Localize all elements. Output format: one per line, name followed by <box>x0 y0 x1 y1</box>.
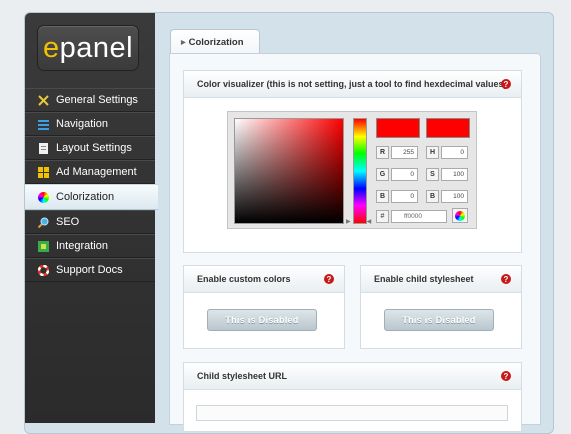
hue-field[interactable]: H 0 <box>426 145 468 159</box>
help-icon[interactable]: ? <box>501 274 511 284</box>
sidebar-item-integration[interactable]: Integration <box>25 234 155 258</box>
panel-title: Enable child stylesheet <box>374 274 474 284</box>
hue-value[interactable]: 0 <box>441 145 468 159</box>
custom-colors-panel: Enable custom colors ? This is Disabled <box>183 265 345 349</box>
hue-slider[interactable] <box>353 118 367 224</box>
logo-text: epanel <box>42 31 134 64</box>
sidebar: epanel General Settings Navigation Layou… <box>25 13 158 423</box>
sidebar-item-colorization[interactable]: Colorization <box>25 184 158 210</box>
child-stylesheet-toggle-button[interactable]: This is Disabled <box>384 309 494 331</box>
epanel-logo: epanel <box>37 25 139 71</box>
new-color-swatch <box>376 118 420 138</box>
sidebar-item-label: Layout Settings <box>56 142 132 154</box>
panel-title: Color visualizer (this is not setting, j… <box>197 79 507 89</box>
sidebar-nav: General Settings Navigation Layout Setti… <box>25 88 158 282</box>
color-visualizer-panel: Color visualizer (this is not setting, j… <box>183 70 522 253</box>
blue-value[interactable]: 0 <box>391 189 418 203</box>
hex-field[interactable]: # ff0000 <box>376 209 447 223</box>
sidebar-item-label: SEO <box>56 216 80 228</box>
panel-header: Child stylesheet URL ? <box>184 363 521 390</box>
sidebar-item-label: General Settings <box>56 94 138 106</box>
document-icon <box>38 142 49 154</box>
green-value[interactable]: 0 <box>391 167 418 181</box>
color-wheel-icon <box>38 191 49 203</box>
saturation-field[interactable]: S 100 <box>426 167 468 181</box>
sidebar-item-seo[interactable]: SEO <box>25 210 155 234</box>
green-field[interactable]: G 0 <box>376 167 418 181</box>
saturation-value[interactable]: 100 <box>441 167 468 181</box>
sidebar-item-label: Support Docs <box>56 264 123 276</box>
custom-colors-toggle-button[interactable]: This is Disabled <box>207 309 317 331</box>
lifebuoy-icon <box>37 264 50 276</box>
blue-field[interactable]: B 0 <box>376 189 418 203</box>
brightness-value[interactable]: 100 <box>441 189 468 203</box>
sidebar-item-label: Colorization <box>56 191 115 203</box>
sidebar-item-label: Navigation <box>56 118 108 130</box>
list-icon <box>38 119 49 130</box>
brightness-field[interactable]: B 100 <box>426 189 468 203</box>
color-wheel-icon[interactable] <box>452 208 468 223</box>
tab-label: Colorization <box>188 36 244 48</box>
panel-header: Enable child stylesheet ? <box>361 266 521 293</box>
child-url-panel: Child stylesheet URL ? <box>183 362 522 432</box>
main-area: ▶ Colorization Color visualizer (this is… <box>155 13 551 432</box>
wrench-icon <box>38 94 49 106</box>
panel-header: Color visualizer (this is not setting, j… <box>184 71 521 98</box>
saturation-value-area[interactable] <box>234 118 344 224</box>
triangle-right-icon: ▶ <box>181 39 186 46</box>
help-icon[interactable]: ? <box>501 79 511 89</box>
sidebar-item-label: Integration <box>56 240 108 252</box>
tab-content: Color visualizer (this is not setting, j… <box>169 53 541 432</box>
puzzle-icon <box>38 240 49 252</box>
panel-header: Enable custom colors ? <box>184 266 344 293</box>
hex-value[interactable]: ff0000 <box>391 209 447 223</box>
red-value[interactable]: 255 <box>391 145 418 159</box>
panel-title: Child stylesheet URL <box>197 371 288 381</box>
grid-icon <box>38 166 49 178</box>
sidebar-item-layout-settings[interactable]: Layout Settings <box>25 136 155 160</box>
sidebar-item-label: Ad Management <box>56 166 137 178</box>
sidebar-item-support-docs[interactable]: Support Docs <box>25 258 155 282</box>
child-stylesheet-url-input[interactable] <box>196 405 508 421</box>
panel-title: Enable custom colors <box>197 274 291 284</box>
current-color-swatch <box>426 118 470 138</box>
sidebar-item-general-settings[interactable]: General Settings <box>25 88 155 112</box>
tab-colorization[interactable]: ▶ Colorization <box>170 29 260 54</box>
help-icon[interactable]: ? <box>324 274 334 284</box>
color-picker: ▶◀ R 255 G 0 B 0 H 0 S 100 B 100 # ff000… <box>227 111 477 229</box>
magnifier-icon <box>37 217 49 228</box>
help-icon[interactable]: ? <box>501 371 511 381</box>
child-stylesheet-panel: Enable child stylesheet ? This is Disabl… <box>360 265 522 349</box>
sidebar-item-ad-management[interactable]: Ad Management <box>25 160 155 184</box>
red-field[interactable]: R 255 <box>376 145 418 159</box>
sidebar-item-navigation[interactable]: Navigation <box>25 112 155 136</box>
